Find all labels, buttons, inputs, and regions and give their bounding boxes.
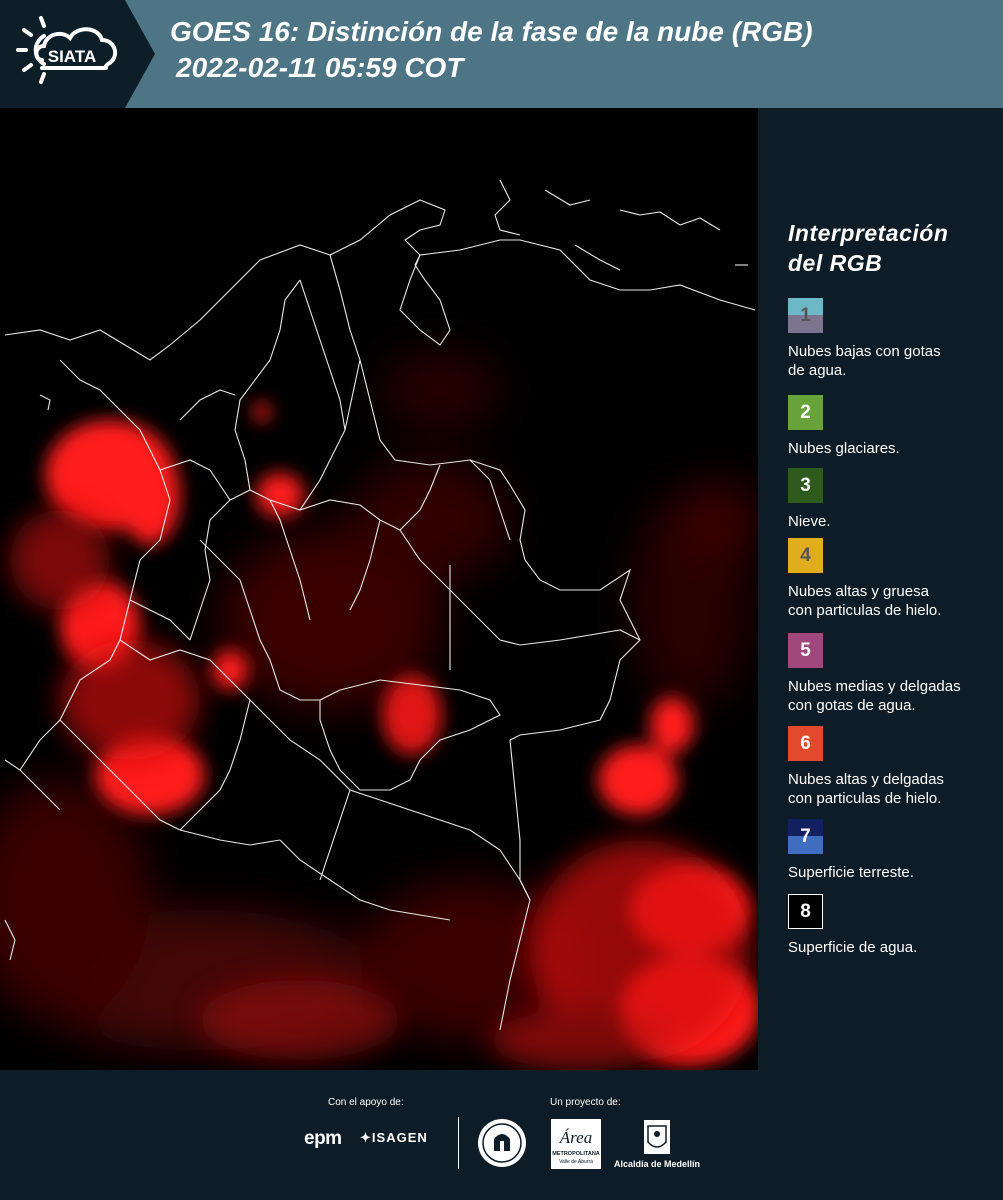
legend-label-3-line-1: Nieve. — [788, 513, 831, 530]
siata-logo: SIATA — [0, 0, 155, 108]
legend-label-3: Nieve. — [788, 512, 998, 531]
city-shield-icon — [644, 1120, 670, 1154]
legend-label-2: Nubes glaciares. — [788, 439, 998, 458]
legend-label-5-line-1: Nubes medias y delgadas — [788, 678, 961, 695]
title-line-1: GOES 16: Distinción de la fase de la nub… — [170, 16, 813, 47]
legend-title-line-2: del RGB — [788, 250, 883, 276]
isagen-text: ISAGEN — [371, 1130, 428, 1145]
legend-number-4: 4 — [800, 544, 811, 566]
area-metropolitana-icon: Área METROPOLITANA Valle de Aburrá — [552, 1128, 600, 1165]
legend-swatch-3: 3 — [788, 468, 823, 503]
legend-title-line-1: Interpretación — [788, 220, 949, 246]
legend-label-4: Nubes altas y gruesa con particulas de h… — [788, 582, 998, 620]
support-label: Con el apoyo de: — [328, 1097, 404, 1108]
legend-swatch-5: 5 — [788, 633, 823, 668]
legend-title: Interpretación del RGB — [788, 218, 948, 278]
isagen-logo: ✦ISAGEN — [360, 1130, 428, 1146]
alcaldia-medellin-logo: Alcaldía de Medellín — [612, 1118, 702, 1170]
legend-item-3: 3 Nieve. — [788, 468, 998, 531]
area-metropolitana-logo: Área METROPOLITANA Valle de Aburrá — [551, 1119, 601, 1169]
legend-label-8-line-1: Superficie de agua. — [788, 939, 918, 956]
legend-swatch-7: 7 — [788, 819, 823, 854]
legend-label-5: Nubes medias y delgadas con gotas de agu… — [788, 677, 998, 715]
legend-swatch-6: 6 — [788, 726, 823, 761]
legend-swatch-2: 2 — [788, 395, 823, 430]
svg-text:SIATA: SIATA — [48, 47, 96, 66]
legend-number-5: 5 — [800, 639, 811, 661]
legend-item-6: 6 Nubes altas y delgadas con particulas … — [788, 726, 998, 808]
legend-label-2-line-1: Nubes glaciares. — [788, 440, 900, 457]
legend-item-4: 4 Nubes altas y gruesa con particulas de… — [788, 538, 998, 620]
alcaldia-label: Alcaldía de Medellín — [613, 1159, 701, 1169]
legend-number-1: 1 — [800, 304, 811, 326]
title-line-2-timestamp: 2022-02-11 05:59 COT — [176, 52, 464, 83]
legend-number-8: 8 — [800, 900, 811, 922]
legend-number-7: 7 — [800, 825, 811, 847]
project-label: Un proyecto de: — [550, 1097, 621, 1108]
legend-label-1-line-1: Nubes bajas con gotas — [788, 343, 941, 360]
map-svg — [0, 108, 758, 1070]
footer-divider — [458, 1117, 459, 1169]
legend-item-8: 8 Superficie de agua. — [788, 894, 998, 957]
legend-label-6: Nubes altas y delgadas con particulas de… — [788, 770, 998, 808]
legend-label-6-line-1: Nubes altas y delgadas — [788, 771, 944, 788]
legend-label-1: Nubes bajas con gotas de agua. — [788, 342, 998, 380]
svg-text:Valle de Aburrá: Valle de Aburrá — [559, 1159, 593, 1165]
legend-label-4-line-1: Nubes altas y gruesa — [788, 583, 929, 600]
isagen-mark-icon: ✦ — [360, 1130, 372, 1145]
university-seal-icon — [478, 1119, 526, 1167]
legend-label-8: Superficie de agua. — [788, 938, 998, 957]
legend-number-2: 2 — [800, 401, 811, 423]
legend-swatch-8: 8 — [788, 894, 823, 929]
legend-item-5: 5 Nubes medias y delgadas con gotas de a… — [788, 633, 998, 715]
legend-item-1: 1 Nubes bajas con gotas de agua. — [788, 298, 998, 380]
header-bar: SIATA GOES 16: Distinción de la fase de … — [0, 0, 1003, 108]
legend-item-7: 7 Superficie terreste. — [788, 819, 998, 882]
legend-item-2: 2 Nubes glaciares. — [788, 395, 998, 458]
svg-text:METROPOLITANA: METROPOLITANA — [552, 1151, 600, 1157]
page-title: GOES 16: Distinción de la fase de la nub… — [170, 14, 813, 86]
legend-swatch-4: 4 — [788, 538, 823, 573]
legend-label-1-line-2: de agua. — [788, 362, 847, 379]
legend-number-3: 3 — [800, 474, 811, 496]
footer: Con el apoyo de: Un proyecto de: epm ✦IS… — [0, 1070, 1003, 1200]
legend-number-6: 6 — [800, 732, 811, 754]
legend-panel: Interpretación del RGB 1 Nubes bajas con… — [760, 108, 1003, 1070]
satellite-map — [0, 108, 758, 1070]
legend-label-5-line-2: con gotas de agua. — [788, 697, 916, 714]
legend-label-7: Superficie terreste. — [788, 863, 998, 882]
svg-text:Área: Área — [559, 1128, 592, 1147]
legend-label-7-line-1: Superficie terreste. — [788, 864, 914, 881]
sun-cloud-icon: SIATA — [16, 16, 118, 84]
legend-swatch-1: 1 — [788, 298, 823, 333]
legend-label-4-line-2: con particulas de hielo. — [788, 602, 942, 619]
epm-logo: epm — [304, 1128, 342, 1149]
legend-label-6-line-2: con particulas de hielo. — [788, 790, 942, 807]
